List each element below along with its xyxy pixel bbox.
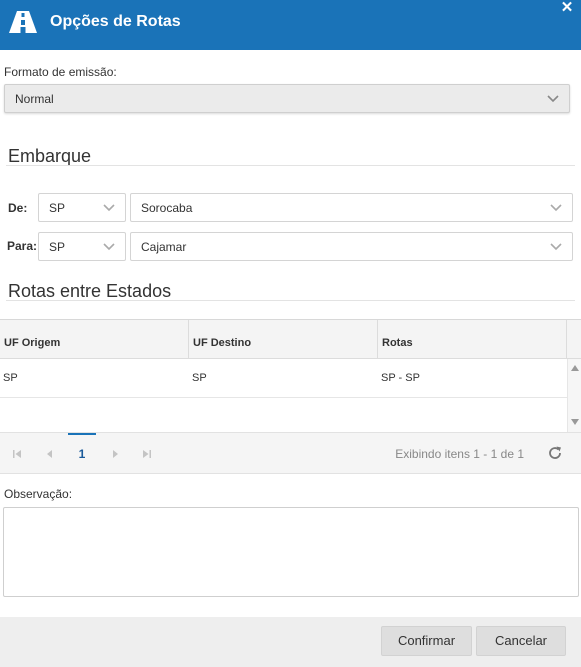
pager-info: Exibindo itens 1 - 1 de 1	[395, 447, 524, 461]
rotas-grid: UF Origem UF Destino Rotas SP SP SP - SP…	[0, 319, 581, 474]
para-city-select[interactable]: Cajamar	[130, 232, 573, 261]
chevron-down-icon	[547, 95, 559, 103]
column-header-rotas[interactable]: Rotas	[378, 320, 567, 359]
rotas-divider	[6, 300, 575, 301]
cancel-button[interactable]: Cancelar	[476, 626, 566, 656]
column-header-uf-origem[interactable]: UF Origem	[0, 320, 189, 359]
next-page-icon[interactable]	[109, 447, 121, 461]
chevron-down-icon	[550, 243, 562, 251]
current-page-number: 1	[78, 447, 86, 461]
last-page-icon[interactable]	[141, 447, 153, 461]
scroll-up-icon[interactable]	[571, 365, 579, 371]
grid-body: SP SP SP - SP	[0, 359, 567, 432]
previous-page-icon[interactable]	[44, 447, 56, 461]
close-button[interactable]: ✕	[560, 0, 574, 16]
chevron-down-icon	[550, 204, 562, 212]
confirm-button[interactable]: Confirmar	[381, 626, 472, 656]
chevron-down-icon	[103, 204, 115, 212]
para-uf-value: SP	[49, 240, 66, 254]
dialog-titlebar: Opções de Rotas ✕	[0, 0, 581, 50]
format-select[interactable]: Normal	[4, 84, 570, 113]
de-uf-select[interactable]: SP	[38, 193, 126, 222]
grid-header: UF Origem UF Destino Rotas	[0, 320, 581, 359]
chevron-down-icon	[103, 243, 115, 251]
format-select-value: Normal	[15, 92, 54, 106]
grid-scrollbar[interactable]	[567, 359, 581, 432]
de-uf-value: SP	[49, 201, 66, 215]
de-label: De:	[8, 201, 28, 215]
cell-rotas: SP - SP	[381, 372, 420, 384]
para-label: Para:	[7, 239, 38, 253]
cell-uf-destino: SP	[192, 372, 207, 384]
scroll-down-icon[interactable]	[571, 419, 579, 425]
para-city-value: Cajamar	[141, 240, 187, 254]
de-city-select[interactable]: Sorocaba	[130, 193, 573, 222]
column-header-uf-destino[interactable]: UF Destino	[189, 320, 378, 359]
table-row[interactable]: SP SP SP - SP	[0, 359, 567, 398]
grid-pager: 1 Exibindo itens 1 - 1 de 1	[0, 432, 581, 474]
refresh-icon[interactable]	[547, 445, 563, 461]
road-icon	[9, 11, 37, 33]
cell-uf-origem: SP	[3, 372, 18, 384]
format-label: Formato de emissão:	[4, 65, 117, 79]
embarque-divider	[6, 165, 575, 166]
observacao-textarea[interactable]	[3, 507, 579, 597]
rotas-title: Rotas entre Estados	[8, 281, 172, 301]
dialog-title: Opções de Rotas	[50, 13, 181, 30]
dialog-footer: Confirmar Cancelar	[0, 617, 581, 667]
current-page[interactable]: 1	[68, 433, 96, 473]
observacao-label: Observação:	[4, 487, 73, 501]
embarque-title: Embarque	[8, 146, 92, 166]
de-city-value: Sorocaba	[141, 201, 193, 215]
para-uf-select[interactable]: SP	[38, 232, 126, 261]
first-page-icon[interactable]	[11, 447, 23, 461]
